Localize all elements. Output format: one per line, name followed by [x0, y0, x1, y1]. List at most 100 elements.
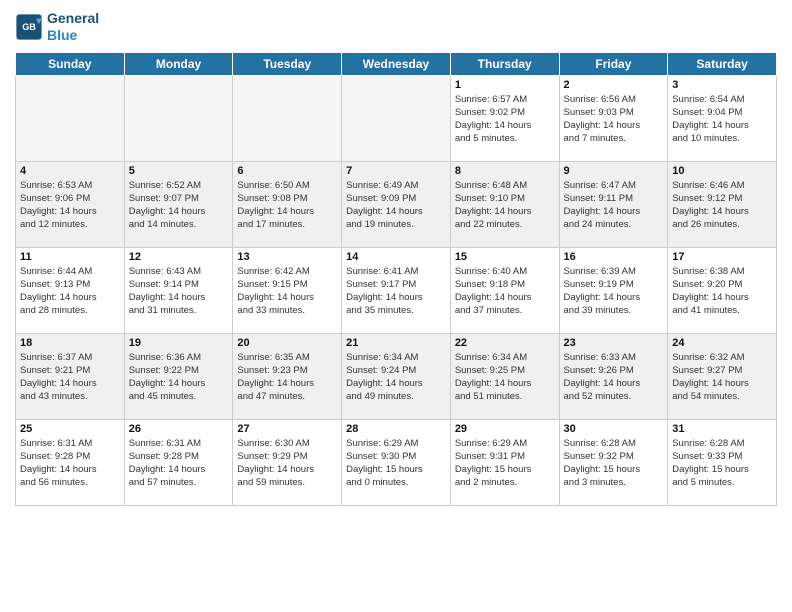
- day-number: 10: [672, 165, 772, 177]
- day-info: Sunrise: 6:52 AM Sunset: 9:07 PM Dayligh…: [129, 179, 229, 232]
- header: GB General Blue: [15, 10, 777, 44]
- day-number: 17: [672, 251, 772, 263]
- day-number: 15: [455, 251, 555, 263]
- day-number: 16: [564, 251, 664, 263]
- day-info: Sunrise: 6:28 AM Sunset: 9:33 PM Dayligh…: [672, 437, 772, 490]
- calendar-cell: 1Sunrise: 6:57 AM Sunset: 9:02 PM Daylig…: [450, 75, 559, 161]
- calendar-cell: 2 Sunrise: 6:56 AM Sunset: 9:03 PM Daylig…: [559, 75, 668, 161]
- day-info: Sunrise: 6:40 AM Sunset: 9:18 PM Dayligh…: [455, 265, 555, 318]
- day-info: Sunrise: 6:28 AM Sunset: 9:32 PM Dayligh…: [564, 437, 664, 490]
- calendar-cell: [233, 75, 342, 161]
- logo-text: General Blue: [47, 10, 99, 44]
- day-number: 6: [237, 165, 337, 177]
- day-number: 4: [20, 165, 120, 177]
- week-row-4: 18 Sunrise: 6:37 AM Sunset: 9:21 PM Dayli…: [16, 333, 777, 419]
- calendar-cell: 12 Sunrise: 6:43 AM Sunset: 9:14 PM Dayli…: [124, 247, 233, 333]
- day-info: Sunrise: 6:34 AM Sunset: 9:25 PM Dayligh…: [455, 351, 555, 404]
- weekday-header-sunday: Sunday: [16, 52, 125, 75]
- calendar-cell: 10 Sunrise: 6:46 AM Sunset: 9:12 PM Dayli…: [668, 161, 777, 247]
- day-number: 3: [672, 79, 772, 91]
- day-info: Sunrise: 6:47 AM Sunset: 9:11 PM Dayligh…: [564, 179, 664, 232]
- day-info: Sunrise: 6:34 AM Sunset: 9:24 PM Dayligh…: [346, 351, 446, 404]
- calendar-cell: 6 Sunrise: 6:50 AM Sunset: 9:08 PM Daylig…: [233, 161, 342, 247]
- weekday-header-saturday: Saturday: [668, 52, 777, 75]
- calendar-cell: 31 Sunrise: 6:28 AM Sunset: 9:33 PM Dayli…: [668, 419, 777, 505]
- calendar-cell: 7 Sunrise: 6:49 AM Sunset: 9:09 PM Daylig…: [342, 161, 451, 247]
- day-info: Sunrise: 6:37 AM Sunset: 9:21 PM Dayligh…: [20, 351, 120, 404]
- day-number: 5: [129, 165, 229, 177]
- day-number: 27: [237, 423, 337, 435]
- day-number: 20: [237, 337, 337, 349]
- day-info: Sunrise: 6:50 AM Sunset: 9:08 PM Dayligh…: [237, 179, 337, 232]
- day-number: 18: [20, 337, 120, 349]
- calendar-cell: 23 Sunrise: 6:33 AM Sunset: 9:26 PM Dayli…: [559, 333, 668, 419]
- week-row-3: 11 Sunrise: 6:44 AM Sunset: 9:13 PM Dayli…: [16, 247, 777, 333]
- calendar-cell: 24Sunrise: 6:32 AM Sunset: 9:27 PM Dayli…: [668, 333, 777, 419]
- calendar-cell: 18 Sunrise: 6:37 AM Sunset: 9:21 PM Dayli…: [16, 333, 125, 419]
- day-number: 11: [20, 251, 120, 263]
- calendar-cell: 15 Sunrise: 6:40 AM Sunset: 9:18 PM Dayli…: [450, 247, 559, 333]
- day-number: 7: [346, 165, 446, 177]
- calendar-cell: 27Sunrise: 6:30 AM Sunset: 9:29 PM Dayli…: [233, 419, 342, 505]
- day-info: Sunrise: 6:35 AM Sunset: 9:23 PM Dayligh…: [237, 351, 337, 404]
- day-number: 31: [672, 423, 772, 435]
- day-number: 8: [455, 165, 555, 177]
- calendar-cell: 20 Sunrise: 6:35 AM Sunset: 9:23 PM Dayli…: [233, 333, 342, 419]
- day-number: 28: [346, 423, 446, 435]
- day-number: 2: [564, 79, 664, 91]
- week-row-1: 1Sunrise: 6:57 AM Sunset: 9:02 PM Daylig…: [16, 75, 777, 161]
- day-number: 19: [129, 337, 229, 349]
- weekday-header-monday: Monday: [124, 52, 233, 75]
- day-info: Sunrise: 6:48 AM Sunset: 9:10 PM Dayligh…: [455, 179, 555, 232]
- calendar-cell: 9 Sunrise: 6:47 AM Sunset: 9:11 PM Daylig…: [559, 161, 668, 247]
- calendar-table: SundayMondayTuesdayWednesdayThursdayFrid…: [15, 52, 777, 506]
- calendar-cell: 5 Sunrise: 6:52 AM Sunset: 9:07 PM Daylig…: [124, 161, 233, 247]
- day-info: Sunrise: 6:39 AM Sunset: 9:19 PM Dayligh…: [564, 265, 664, 318]
- day-info: Sunrise: 6:31 AM Sunset: 9:28 PM Dayligh…: [20, 437, 120, 490]
- svg-text:GB: GB: [22, 22, 36, 32]
- calendar-cell: 4Sunrise: 6:53 AM Sunset: 9:06 PM Daylig…: [16, 161, 125, 247]
- day-info: Sunrise: 6:31 AM Sunset: 9:28 PM Dayligh…: [129, 437, 229, 490]
- calendar-cell: 30 Sunrise: 6:28 AM Sunset: 9:32 PM Dayli…: [559, 419, 668, 505]
- day-info: Sunrise: 6:43 AM Sunset: 9:14 PM Dayligh…: [129, 265, 229, 318]
- logo: GB General Blue: [15, 10, 99, 44]
- calendar-cell: 26 Sunrise: 6:31 AM Sunset: 9:28 PM Dayli…: [124, 419, 233, 505]
- weekday-header-friday: Friday: [559, 52, 668, 75]
- day-info: Sunrise: 6:33 AM Sunset: 9:26 PM Dayligh…: [564, 351, 664, 404]
- logo-icon: GB: [15, 13, 43, 41]
- day-number: 30: [564, 423, 664, 435]
- calendar-cell: 17Sunrise: 6:38 AM Sunset: 9:20 PM Dayli…: [668, 247, 777, 333]
- calendar-cell: [16, 75, 125, 161]
- day-number: 13: [237, 251, 337, 263]
- day-info: Sunrise: 6:32 AM Sunset: 9:27 PM Dayligh…: [672, 351, 772, 404]
- day-number: 23: [564, 337, 664, 349]
- calendar-cell: 8 Sunrise: 6:48 AM Sunset: 9:10 PM Daylig…: [450, 161, 559, 247]
- calendar-cell: 25Sunrise: 6:31 AM Sunset: 9:28 PM Dayli…: [16, 419, 125, 505]
- weekday-header-tuesday: Tuesday: [233, 52, 342, 75]
- calendar-cell: 11 Sunrise: 6:44 AM Sunset: 9:13 PM Dayli…: [16, 247, 125, 333]
- day-info: Sunrise: 6:42 AM Sunset: 9:15 PM Dayligh…: [237, 265, 337, 318]
- calendar-cell: 28Sunrise: 6:29 AM Sunset: 9:30 PM Dayli…: [342, 419, 451, 505]
- day-number: 22: [455, 337, 555, 349]
- day-number: 21: [346, 337, 446, 349]
- calendar-cell: 21 Sunrise: 6:34 AM Sunset: 9:24 PM Dayli…: [342, 333, 451, 419]
- calendar-cell: 13 Sunrise: 6:42 AM Sunset: 9:15 PM Dayli…: [233, 247, 342, 333]
- weekday-header-thursday: Thursday: [450, 52, 559, 75]
- weekday-header-row: SundayMondayTuesdayWednesdayThursdayFrid…: [16, 52, 777, 75]
- day-info: Sunrise: 6:46 AM Sunset: 9:12 PM Dayligh…: [672, 179, 772, 232]
- calendar-cell: 19Sunrise: 6:36 AM Sunset: 9:22 PM Dayli…: [124, 333, 233, 419]
- day-number: 1: [455, 79, 555, 91]
- calendar-cell: 14Sunrise: 6:41 AM Sunset: 9:17 PM Dayli…: [342, 247, 451, 333]
- day-info: Sunrise: 6:49 AM Sunset: 9:09 PM Dayligh…: [346, 179, 446, 232]
- day-number: 26: [129, 423, 229, 435]
- calendar-cell: [124, 75, 233, 161]
- calendar-cell: 3Sunrise: 6:54 AM Sunset: 9:04 PM Daylig…: [668, 75, 777, 161]
- day-info: Sunrise: 6:44 AM Sunset: 9:13 PM Dayligh…: [20, 265, 120, 318]
- day-number: 12: [129, 251, 229, 263]
- day-number: 9: [564, 165, 664, 177]
- day-info: Sunrise: 6:56 AM Sunset: 9:03 PM Dayligh…: [564, 93, 664, 146]
- calendar-cell: 16 Sunrise: 6:39 AM Sunset: 9:19 PM Dayli…: [559, 247, 668, 333]
- calendar-cell: 22 Sunrise: 6:34 AM Sunset: 9:25 PM Dayli…: [450, 333, 559, 419]
- day-info: Sunrise: 6:41 AM Sunset: 9:17 PM Dayligh…: [346, 265, 446, 318]
- weekday-header-wednesday: Wednesday: [342, 52, 451, 75]
